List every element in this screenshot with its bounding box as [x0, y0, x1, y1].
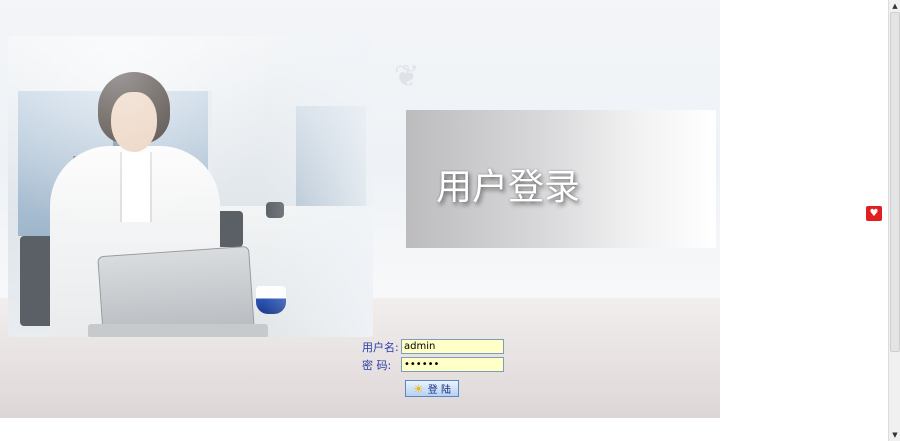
title-panel: 用户登录: [406, 110, 716, 248]
page-title: 用户登录: [436, 167, 581, 208]
scroll-down-arrow-icon[interactable]: ▼: [889, 429, 900, 441]
scroll-up-arrow-icon[interactable]: ▲: [889, 0, 900, 12]
decorative-swirl: ❦: [394, 59, 420, 94]
login-button-label: 登 陆: [427, 385, 451, 396]
username-input[interactable]: [401, 339, 504, 354]
sun-icon: ☀: [413, 381, 424, 396]
username-label: 用户名:: [362, 341, 399, 354]
login-button[interactable]: ☀ 登 陆: [405, 380, 459, 397]
password-input[interactable]: [401, 357, 504, 372]
password-label: 密 码:: [362, 359, 392, 372]
vertical-scrollbar[interactable]: ▲ ▼: [888, 0, 900, 441]
login-banner: ❦ 用户登录: [0, 0, 720, 418]
heart-icon[interactable]: ♥: [866, 206, 882, 221]
scroll-thumb[interactable]: [890, 12, 900, 352]
banner-photo: [8, 36, 373, 337]
